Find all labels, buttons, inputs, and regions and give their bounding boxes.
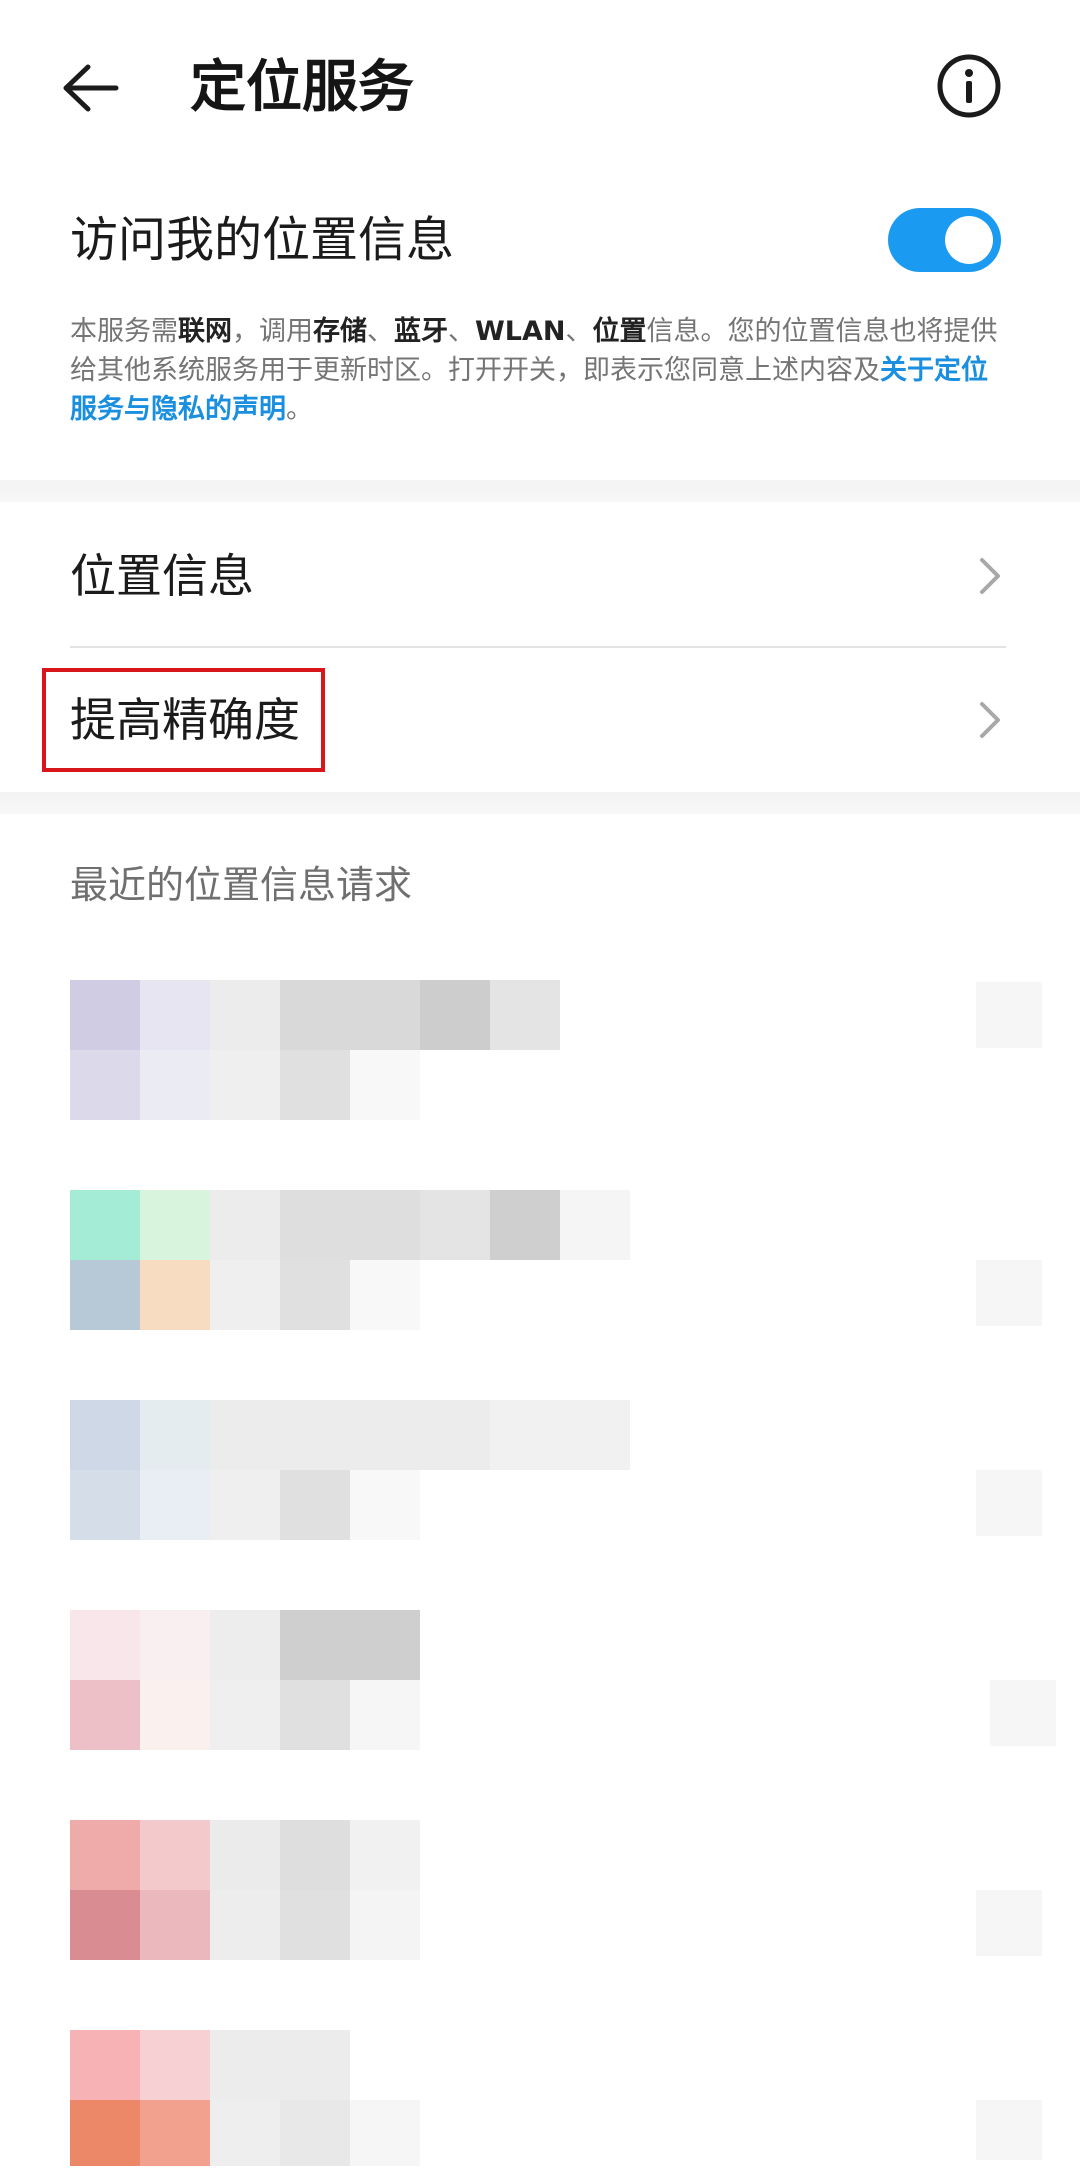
recent-app-status bbox=[976, 982, 1042, 1048]
menu-item-label: 位置信息 bbox=[70, 549, 254, 603]
recent-app-status bbox=[976, 1260, 1042, 1326]
recent-app-status bbox=[976, 2100, 1042, 2160]
recent-app-item[interactable] bbox=[70, 2030, 630, 2170]
arrow-left-icon bbox=[63, 64, 119, 112]
recent-app-item[interactable] bbox=[70, 1610, 630, 1750]
recent-app-status bbox=[976, 1890, 1042, 1956]
section-divider bbox=[0, 792, 1080, 814]
recent-app-status bbox=[990, 1680, 1056, 1746]
recent-app-item[interactable] bbox=[70, 1400, 630, 1540]
row-divider bbox=[70, 646, 1006, 648]
recent-app-item[interactable] bbox=[70, 1190, 630, 1330]
back-button[interactable] bbox=[60, 48, 150, 128]
location-description: 本服务需联网，调用存储、蓝牙、WLAN、位置信息。您的位置信息也将提供给其他系统… bbox=[70, 316, 998, 425]
recent-requests-title: 最近的位置信息请求 bbox=[70, 863, 413, 907]
menu-item-location-info[interactable]: 位置信息 bbox=[0, 506, 1080, 646]
recent-app-status bbox=[976, 1470, 1042, 1536]
info-circle-icon bbox=[937, 54, 1001, 118]
highlight-box bbox=[42, 668, 325, 772]
location-access-toggle[interactable] bbox=[888, 208, 1001, 272]
toggle-knob bbox=[945, 216, 993, 264]
chevron-right-icon bbox=[980, 702, 1000, 738]
section-divider bbox=[0, 480, 1080, 502]
recent-app-item[interactable] bbox=[70, 1820, 630, 1960]
recent-app-item[interactable] bbox=[70, 980, 630, 1120]
location-access-label: 访问我的位置信息 bbox=[70, 212, 455, 268]
page-title: 定位服务 bbox=[190, 55, 414, 120]
info-button[interactable] bbox=[936, 53, 1002, 119]
chevron-right-icon bbox=[980, 558, 1000, 594]
